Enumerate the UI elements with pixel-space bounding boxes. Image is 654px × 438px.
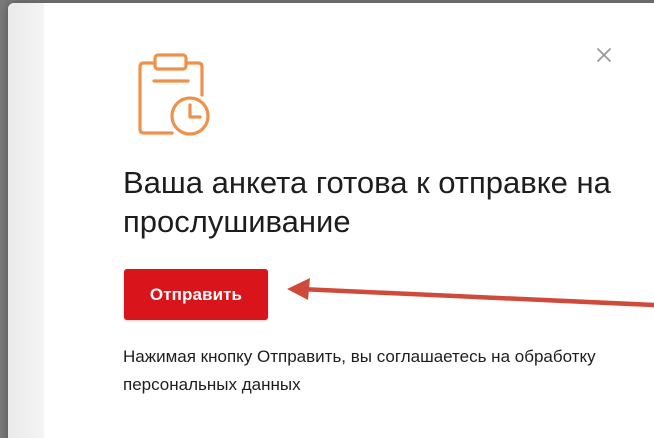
- close-button[interactable]: [592, 43, 616, 67]
- modal-left-shade: [8, 3, 44, 438]
- send-button[interactable]: Отправить: [124, 269, 268, 320]
- submission-modal: Ваша анкета готова к отправке на прослуш…: [8, 3, 654, 438]
- modal-title: Ваша анкета готова к отправке на прослуш…: [123, 165, 611, 239]
- close-icon: [597, 48, 611, 62]
- screen: Ваша анкета готова к отправке на прослуш…: [0, 0, 654, 438]
- clipboard-clock-icon: [136, 45, 212, 141]
- consent-text: Нажимая кнопку Отправить, вы соглашаетес…: [123, 347, 596, 394]
